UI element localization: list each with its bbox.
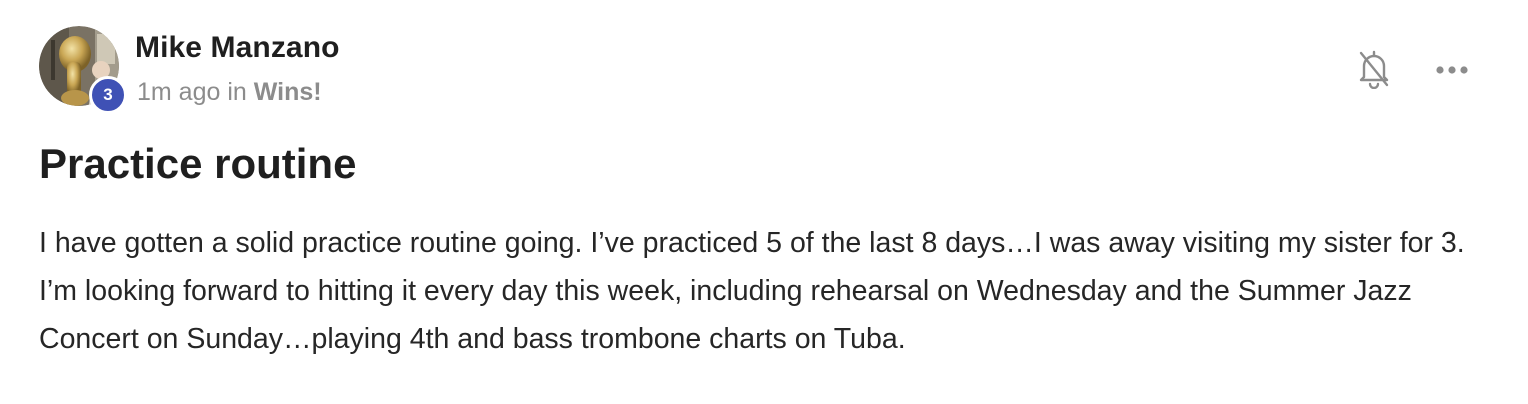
- post-body: I have gotten a solid practice routine g…: [39, 227, 1465, 355]
- author-name[interactable]: Mike Manzano: [135, 31, 340, 65]
- space-link[interactable]: Wins!: [254, 78, 322, 106]
- post-timestamp[interactable]: 1m ago: [137, 78, 220, 106]
- notifications-toggle-button[interactable]: [1352, 46, 1396, 92]
- level-badge: 3: [89, 76, 127, 114]
- more-horizontal-icon: [1436, 66, 1468, 74]
- author-avatar[interactable]: 3: [39, 26, 127, 114]
- post-meta: 1m ago in Wins!: [137, 78, 322, 107]
- more-options-button[interactable]: [1430, 52, 1474, 88]
- post-title[interactable]: Practice routine: [39, 140, 356, 188]
- level-number: 3: [103, 85, 113, 104]
- meta-separator: in: [220, 78, 254, 106]
- bell-off-icon: [1359, 50, 1389, 89]
- post-card: 3 Mike Manzano 1m ago in Wins! Practice …: [0, 0, 1528, 404]
